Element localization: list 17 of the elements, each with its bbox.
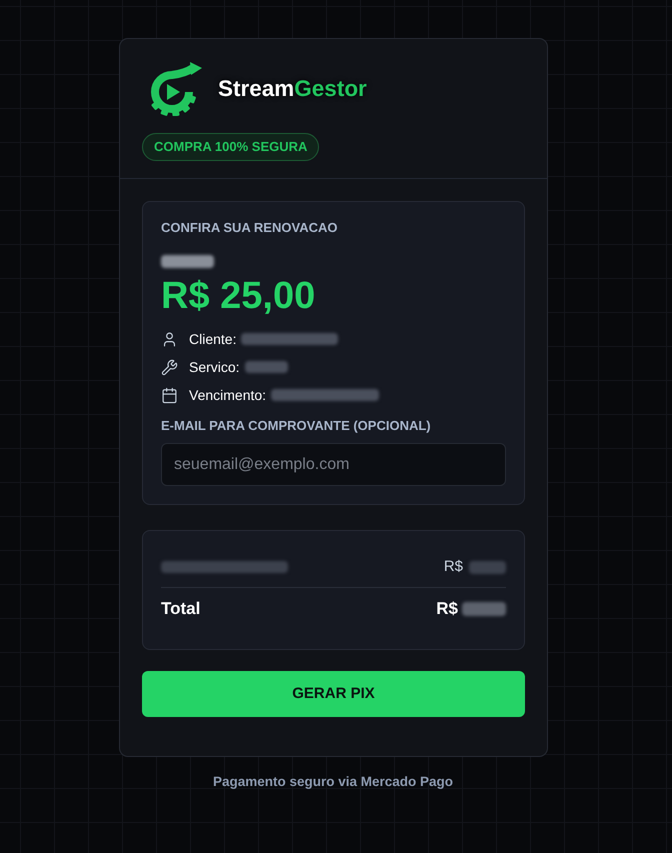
price: R$ 25,00 [161, 274, 316, 318]
detail-label: Cliente: [189, 330, 236, 348]
email-label: E-MAIL PARA COMPROVANTE (OPCIONAL) [161, 418, 432, 434]
email-input[interactable]: seuemail@exemplo.com [161, 443, 506, 486]
detail-label: Servico: [189, 358, 240, 376]
wrench-icon [161, 358, 178, 376]
secure-badge: COMPRA 100% SEGURA [142, 133, 320, 161]
generate-pix-button[interactable]: GERAR PIX [142, 671, 525, 717]
detail-label: Vencimento: [189, 386, 266, 404]
calendar-icon [161, 386, 178, 404]
currency-symbol: R$ [436, 598, 458, 620]
person-icon [161, 330, 178, 348]
total-label: Total [161, 598, 200, 620]
currency-symbol: R$ [444, 556, 463, 577]
footer-note: Pagamento seguro via Mercado Pago [212, 774, 454, 790]
section-heading: CONFIRA SUA RENOVACAO [161, 220, 338, 236]
brand-name: StreamGestor [218, 75, 367, 104]
